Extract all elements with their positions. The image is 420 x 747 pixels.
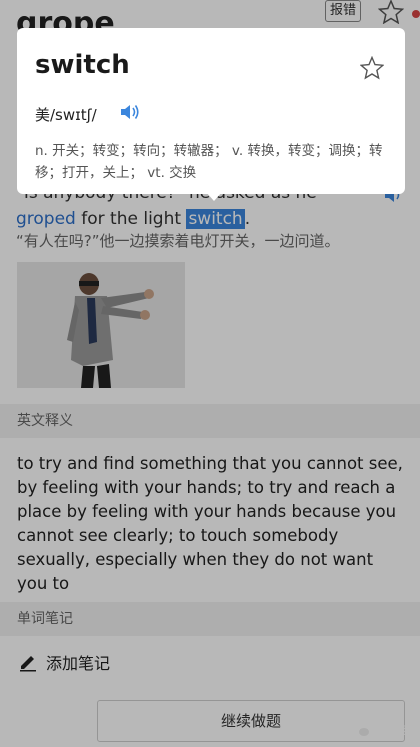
popup-definitions: n. 开关；转变；转向；转辙器； v. 转换，转变；调换；转移；打开，关上； v…	[35, 143, 383, 181]
popup-phonetic: 美/swɪtʃ/	[35, 106, 97, 124]
popup-word: switch	[35, 50, 130, 80]
star-icon[interactable]	[360, 56, 384, 80]
popup-caret	[206, 192, 222, 201]
speaker-icon[interactable]	[119, 102, 141, 122]
word-popup: switch 美/swɪtʃ/ n. 开关；转变；转向；转辙器； v. 转换，转…	[17, 28, 405, 194]
